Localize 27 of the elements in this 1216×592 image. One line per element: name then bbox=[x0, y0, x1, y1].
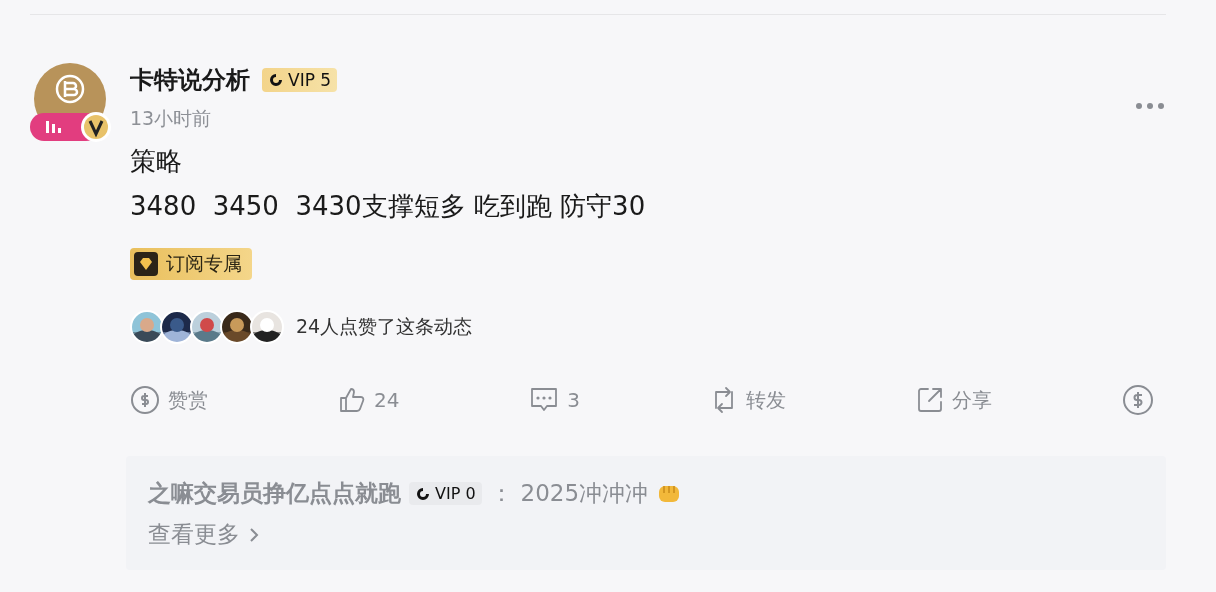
comment-button[interactable]: 3 bbox=[529, 386, 581, 414]
chevron-right-icon bbox=[248, 525, 260, 544]
share-icon bbox=[916, 386, 944, 414]
like-button[interactable]: 24 bbox=[337, 386, 400, 414]
avatar-drawing[interactable] bbox=[30, 63, 112, 143]
dollar-icon bbox=[1121, 384, 1154, 416]
vip-ring-icon bbox=[415, 485, 431, 502]
author-name[interactable]: 卡特说分析 bbox=[130, 64, 250, 96]
share-button[interactable]: 分享 bbox=[916, 386, 992, 414]
commenter-name[interactable]: 之嘛交易员挣亿点点就跑 bbox=[148, 478, 401, 509]
vip-label: VIP 0 bbox=[435, 484, 476, 503]
colon: ： bbox=[489, 479, 513, 508]
likes-summary[interactable]: 24人点赞了这条动态 bbox=[296, 314, 473, 340]
coin-icon bbox=[130, 385, 160, 415]
post-text: 3480 3450 3430支撑短多 吃到跑 防守30 bbox=[130, 190, 647, 223]
tag-label: 订阅专属 bbox=[166, 251, 242, 276]
thumbs-up-icon bbox=[337, 386, 366, 414]
tip-button[interactable]: 赞赏 bbox=[130, 385, 208, 415]
repost-button[interactable]: 转发 bbox=[710, 386, 787, 414]
post-time: 13小时前 bbox=[130, 106, 212, 131]
view-more-link[interactable]: 查看更多 bbox=[148, 519, 260, 550]
vip-ring-icon bbox=[268, 72, 284, 88]
vip-label: VIP 5 bbox=[288, 70, 332, 90]
comment-text: 2025冲冲冲 bbox=[520, 479, 649, 508]
coin-button[interactable] bbox=[1121, 384, 1154, 416]
post-title: 策略 bbox=[130, 145, 183, 178]
comment-icon bbox=[529, 386, 560, 414]
